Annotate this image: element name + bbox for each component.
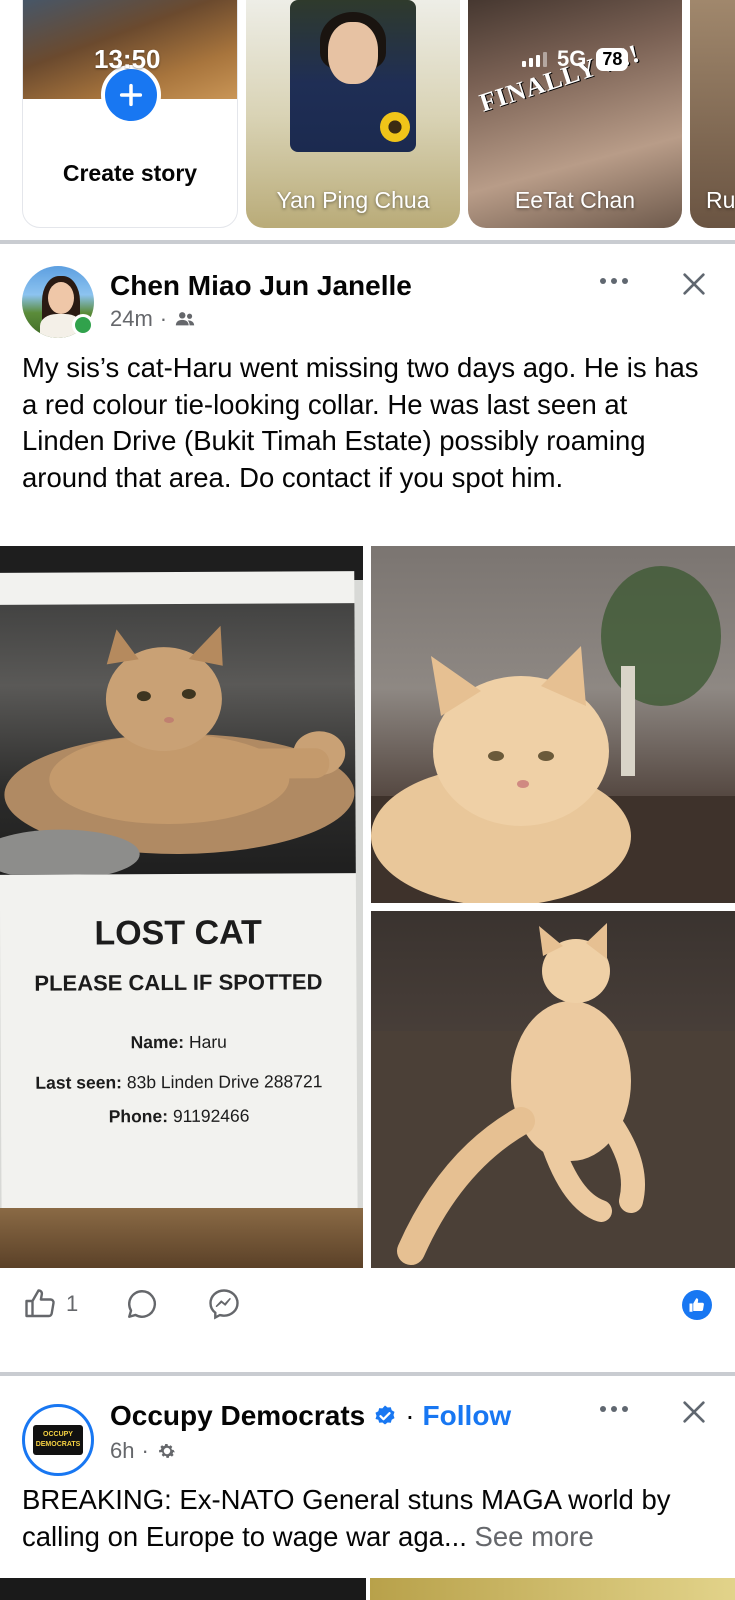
- stories-strip: Create story Yan Ping Chua FINALLY !!!! …: [0, 0, 735, 240]
- lost-cat-poster-photo[interactable]: LOST CAT PLEASE CALL IF SPOTTED Name: Ha…: [0, 546, 363, 1268]
- story-name: EeTat Chan: [514, 187, 636, 213]
- post-author[interactable]: Chen Miao Jun Janelle: [110, 270, 412, 302]
- poster-last-seen-line: Last seen: 83b Linden Drive 288721: [35, 1071, 323, 1093]
- avatar[interactable]: OCCUPY DEMOCRATS: [22, 1404, 94, 1476]
- page-logo: OCCUPY DEMOCRATS: [33, 1425, 83, 1455]
- close-icon: [683, 1401, 705, 1423]
- post-text: BREAKING: Ex-NATO General stuns MAGA wor…: [22, 1482, 722, 1555]
- online-status-icon: [72, 314, 94, 336]
- comment-icon: [128, 1290, 157, 1318]
- table-edge: [0, 1208, 363, 1268]
- media-left: [0, 1578, 366, 1600]
- hide-post-button[interactable]: [674, 1392, 714, 1432]
- story-name: Yan Ping Chua: [276, 187, 430, 213]
- story-card-yan-ping-chua[interactable]: Yan Ping Chua: [246, 0, 460, 228]
- like-count: 1: [66, 1291, 79, 1316]
- friends-icon: [175, 312, 195, 326]
- see-more-link[interactable]: See more: [475, 1521, 594, 1552]
- poster-subtitle: PLEASE CALL IF SPOTTED: [34, 969, 323, 996]
- post-options-button[interactable]: [594, 266, 634, 296]
- post-text: My sis’s cat-Haru went missing two days …: [22, 352, 699, 493]
- post-meta: 6h ·: [110, 1438, 178, 1464]
- poster-name-line: Name: Haru: [130, 1031, 227, 1053]
- network-label: 5G: [557, 46, 587, 71]
- status-time: 13:50: [94, 44, 161, 74]
- story-thumbnail: [290, 0, 416, 152]
- comment-button[interactable]: [124, 1284, 160, 1324]
- poster-paper: LOST CAT PLEASE CALL IF SPOTTED Name: Ha…: [0, 571, 358, 1243]
- story-card-eetat-chan[interactable]: FINALLY !!!! EeTat Chan: [468, 0, 682, 228]
- plus-icon: [119, 83, 143, 107]
- close-icon: [683, 273, 705, 295]
- section-divider: [0, 240, 735, 244]
- section-divider: [0, 1372, 735, 1376]
- post-time[interactable]: 6h: [110, 1438, 134, 1464]
- verified-badge-icon: [375, 1405, 395, 1425]
- signal-icon: [522, 51, 547, 67]
- like-button[interactable]: 1: [22, 1284, 78, 1324]
- poster-title: LOST CAT: [94, 913, 262, 953]
- media-right: [370, 1578, 735, 1600]
- post-meta: 24m ·: [110, 306, 196, 332]
- thumbs-up-filled-icon: [689, 1298, 704, 1312]
- poster-cat-image: [0, 603, 356, 875]
- messenger-icon: [209, 1289, 239, 1320]
- create-story-card[interactable]: Create story: [22, 0, 238, 228]
- story-card-partial[interactable]: Ru: [690, 0, 735, 228]
- meta-separator: ·: [159, 306, 168, 331]
- post-actions: 1: [0, 1284, 735, 1336]
- meta-separator: ·: [141, 1438, 149, 1463]
- reaction-like-icon[interactable]: [682, 1290, 712, 1320]
- status-indicators: 5G 78: [522, 46, 629, 72]
- battery-icon: 78: [596, 47, 629, 71]
- post-time[interactable]: 24m: [110, 306, 153, 332]
- post-header: Occupy Democrats · Follow: [110, 1400, 511, 1432]
- create-story-label: Create story: [62, 160, 198, 186]
- post-media[interactable]: [0, 1578, 735, 1600]
- hide-post-button[interactable]: [674, 264, 714, 304]
- photo-grid: LOST CAT PLEASE CALL IF SPOTTED Name: Ha…: [0, 546, 735, 1268]
- story-name: Ru: [706, 187, 735, 213]
- separator-dot: ·: [405, 1400, 415, 1431]
- post-options-button[interactable]: [594, 1394, 634, 1424]
- cat-photo-sofa[interactable]: [371, 546, 735, 903]
- settings-gear-icon: [158, 1443, 175, 1458]
- cat-photo-lounging[interactable]: [371, 911, 735, 1268]
- follow-button[interactable]: Follow: [423, 1400, 512, 1432]
- poster-phone-line: Phone: 91192466: [108, 1105, 250, 1127]
- thumbs-up-icon: [25, 1289, 55, 1318]
- post-author[interactable]: Occupy Democrats: [110, 1400, 365, 1432]
- send-message-button[interactable]: [206, 1284, 242, 1324]
